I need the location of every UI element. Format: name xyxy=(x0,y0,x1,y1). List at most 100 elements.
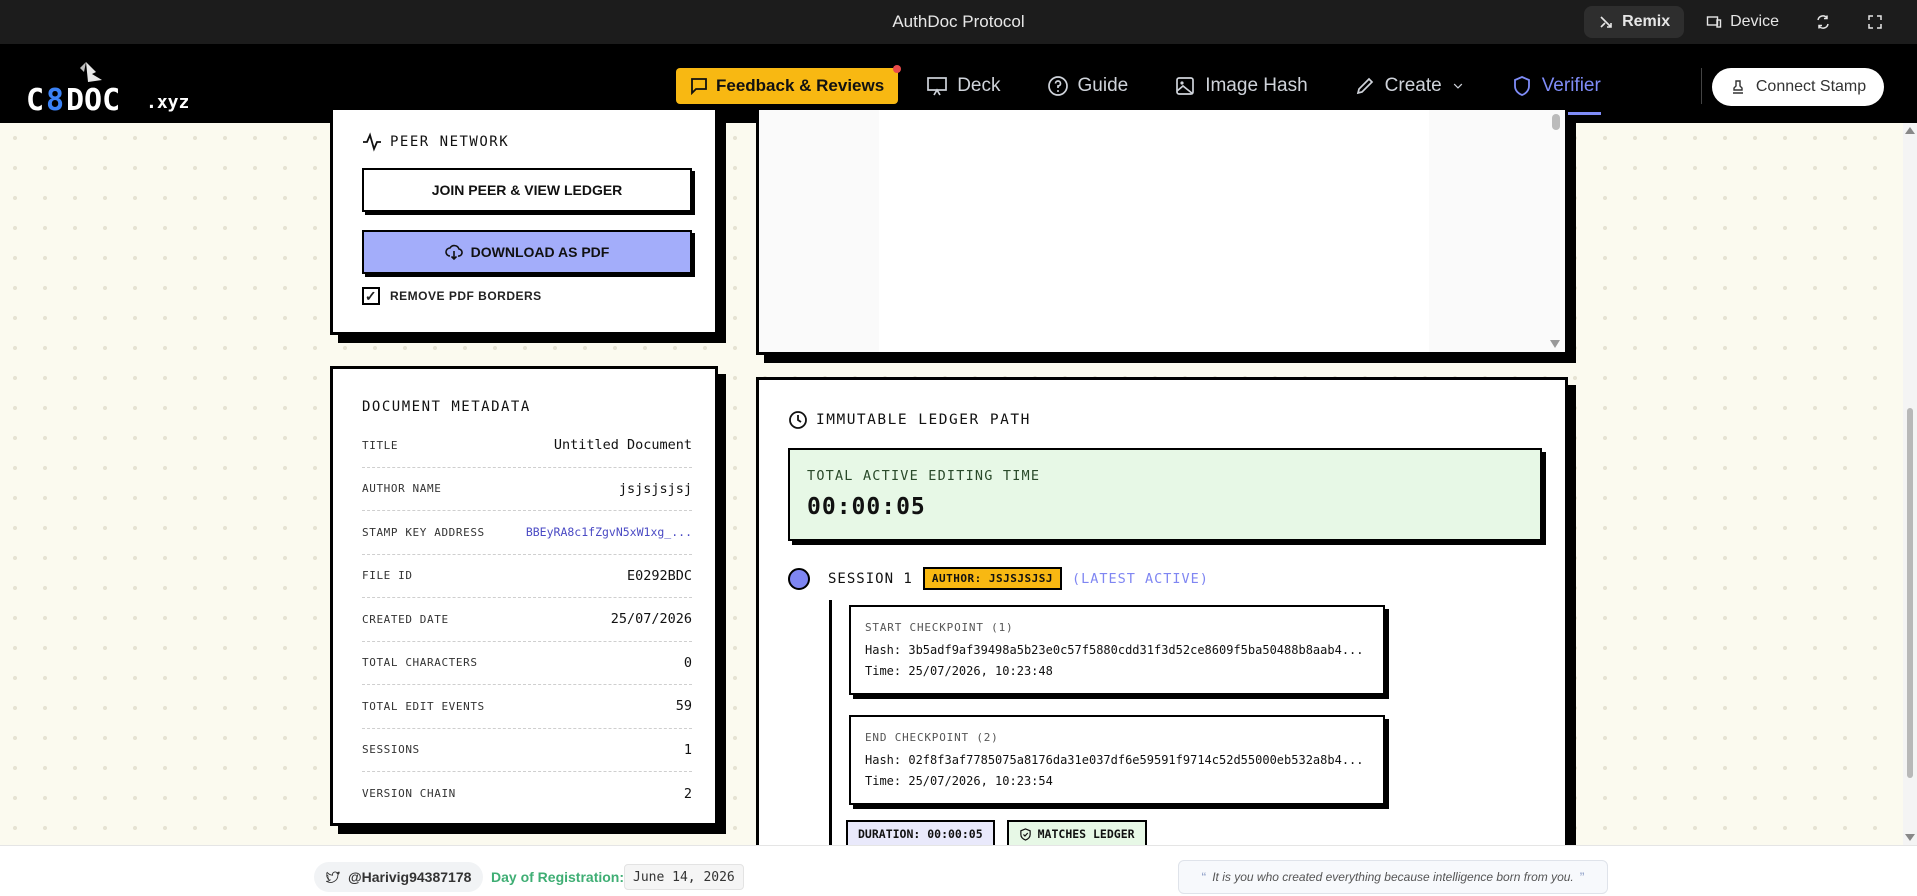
duration-badge: DURATION: 00:00:05 xyxy=(846,820,995,848)
meta-value: 0 xyxy=(683,654,692,671)
close-quote-icon: ” xyxy=(1579,869,1585,885)
preview-area xyxy=(759,110,1565,352)
checkpoint-time: Time: 25/07/2026, 10:23:48 xyxy=(865,664,1053,678)
nav-deck[interactable]: Deck xyxy=(926,68,1001,104)
presentation-icon xyxy=(927,77,948,96)
scroll-down-arrow-icon[interactable] xyxy=(1550,340,1560,348)
meta-row-characters: TOTAL CHARACTERS 0 xyxy=(362,642,692,685)
nav-create[interactable]: Create xyxy=(1354,68,1465,104)
checkpoint-hash: Hash: 02f8f3af7785075a8176da31e037df6e59… xyxy=(865,753,1364,767)
twitter-handle-link[interactable]: @Harivig94387178 xyxy=(314,862,484,892)
meta-value: E0292BDC xyxy=(626,567,692,584)
device-button[interactable]: Device xyxy=(1692,6,1793,38)
session-badges: DURATION: 00:00:05 MATCHES LEDGER xyxy=(846,820,1147,848)
nav-guide[interactable]: Guide xyxy=(1047,68,1128,104)
checkpoint-heading: END CHECKPOINT (2) xyxy=(865,731,999,744)
fullscreen-icon xyxy=(1868,15,1882,29)
nav-image-hash[interactable]: Image Hash xyxy=(1174,68,1308,104)
peer-network-title: PEER NETWORK xyxy=(390,134,510,150)
matches-ledger-label: MATCHES LEDGER xyxy=(1037,827,1135,841)
remove-borders-label: REMOVE PDF BORDERS xyxy=(390,289,542,303)
fullscreen-button[interactable] xyxy=(1853,6,1897,38)
join-peer-button[interactable]: JOIN PEER & VIEW LEDGER xyxy=(362,168,692,212)
preview-scroll-thumb[interactable] xyxy=(1552,114,1560,130)
meta-value: 25/07/2026 xyxy=(610,611,692,628)
footer-bar: @Harivig94387178 Day of Registration: Ju… xyxy=(0,845,1917,896)
stamp-key-link[interactable]: BBEyRA8c1fZgvN5xW1xg_... xyxy=(526,525,692,539)
session-dot-icon xyxy=(788,567,810,590)
meta-key: AUTHOR NAME xyxy=(362,482,442,496)
shield-check-icon xyxy=(1019,827,1031,841)
scroll-up-arrow-icon[interactable] xyxy=(1905,127,1915,134)
remove-borders-checkbox[interactable]: ✓ REMOVE PDF BORDERS xyxy=(362,287,542,305)
timeline-line xyxy=(829,600,832,860)
download-pdf-button[interactable]: DOWNLOAD AS PDF xyxy=(362,230,692,274)
open-quote-icon: “ xyxy=(1201,869,1207,885)
end-checkpoint: END CHECKPOINT (2) Hash: 02f8f3af7785075… xyxy=(849,715,1385,805)
nav-divider xyxy=(1701,68,1702,104)
connect-stamp-button[interactable]: Connect Stamp xyxy=(1712,68,1884,106)
app-title-bar: AuthDoc Protocol Remix Device xyxy=(0,0,1917,44)
matches-ledger-badge: MATCHES LEDGER xyxy=(1006,820,1147,848)
quote-box: “ It is you who created everything becau… xyxy=(1178,860,1608,894)
document-preview xyxy=(756,110,1568,355)
activity-icon xyxy=(363,132,381,152)
metadata-title: DOCUMENT METADATA xyxy=(362,399,531,415)
chat-icon xyxy=(691,78,707,95)
preview-scrollbar[interactable] xyxy=(1549,110,1561,352)
ledger-title: IMMUTABLE LEDGER PATH xyxy=(816,412,1031,428)
clock-icon xyxy=(789,411,807,429)
meta-row-created: CREATED DATE 25/07/2026 xyxy=(362,598,692,642)
nav-verifier[interactable]: Verifier xyxy=(1510,68,1601,115)
svg-text:DOC: DOC xyxy=(66,83,120,114)
image-icon xyxy=(1176,77,1195,95)
pencil-icon xyxy=(1356,77,1373,95)
refresh-button[interactable] xyxy=(1801,6,1845,38)
scroll-down-arrow-icon[interactable] xyxy=(1905,834,1915,841)
join-peer-label: JOIN PEER & VIEW LEDGER xyxy=(431,182,623,198)
device-label: Device xyxy=(1730,13,1779,30)
meta-value: 2 xyxy=(683,785,692,802)
feedback-button[interactable]: Feedback & Reviews xyxy=(676,65,902,104)
meta-value: jsjsjsjsj xyxy=(618,480,692,497)
immutable-ledger-card: IMMUTABLE LEDGER PATH TOTAL ACTIVE EDITI… xyxy=(756,377,1568,860)
connect-stamp-label: Connect Stamp xyxy=(1755,78,1867,95)
meta-row-edit-events: TOTAL EDIT EVENTS 59 xyxy=(362,685,692,729)
meta-key: VERSION CHAIN xyxy=(362,787,456,801)
remix-label: Remix xyxy=(1622,13,1671,30)
meta-key: FILE ID xyxy=(362,569,413,583)
cloud-download-icon xyxy=(444,244,463,261)
remix-button[interactable]: Remix xyxy=(1584,6,1685,38)
meta-row-version-chain: VERSION CHAIN 2 xyxy=(362,772,692,816)
meta-row-file-id: FILE ID E0292BDC xyxy=(362,555,692,598)
session-label: SESSION 1 xyxy=(828,570,913,587)
download-pdf-label: DOWNLOAD AS PDF xyxy=(470,244,610,260)
meta-key: SESSIONS xyxy=(362,743,420,757)
page-scroll-thumb[interactable] xyxy=(1907,408,1913,778)
registration-label: Day of Registration: xyxy=(491,869,625,885)
meta-row-author: AUTHOR NAME jsjsjsjsj xyxy=(362,468,692,511)
meta-key: STAMP KEY ADDRESS xyxy=(362,525,485,539)
start-checkpoint: START CHECKPOINT (1) Hash: 3b5adf9af3949… xyxy=(849,605,1385,695)
svg-text:8: 8 xyxy=(46,83,64,114)
app-title: AuthDoc Protocol xyxy=(892,12,1025,31)
editing-time-label: TOTAL ACTIVE EDITING TIME xyxy=(807,468,1041,484)
session-author-badge: AUTHOR: JSJSJSJSJ xyxy=(922,567,1062,590)
remix-icon xyxy=(1600,16,1612,28)
chevron-down-icon xyxy=(1453,83,1462,89)
page-scrollbar[interactable] xyxy=(1903,123,1917,845)
meta-key: TITLE xyxy=(362,438,399,452)
meta-row-stamp-key: STAMP KEY ADDRESS BBEyRA8c1fZgvN5xW1xg_..… xyxy=(362,511,692,555)
registration-date: June 14, 2026 xyxy=(624,864,744,890)
metadata-list: TITLE Untitled Document AUTHOR NAME jsjsjs… xyxy=(362,424,692,816)
ledger-heading: IMMUTABLE LEDGER PATH xyxy=(788,410,1031,430)
meta-value: Untitled Document xyxy=(553,437,692,454)
feedback-label: Feedback & Reviews xyxy=(716,76,885,95)
nav-image-hash-label: Image Hash xyxy=(1205,75,1308,96)
c8doc-logo[interactable]: C 8 DOC .xyz xyxy=(26,58,206,114)
nav-deck-label: Deck xyxy=(957,75,1001,96)
checkmark-icon[interactable]: ✓ xyxy=(362,287,380,305)
nav-verifier-label: Verifier xyxy=(1541,75,1601,96)
svg-text:C: C xyxy=(26,83,44,114)
shield-icon xyxy=(1513,76,1530,96)
